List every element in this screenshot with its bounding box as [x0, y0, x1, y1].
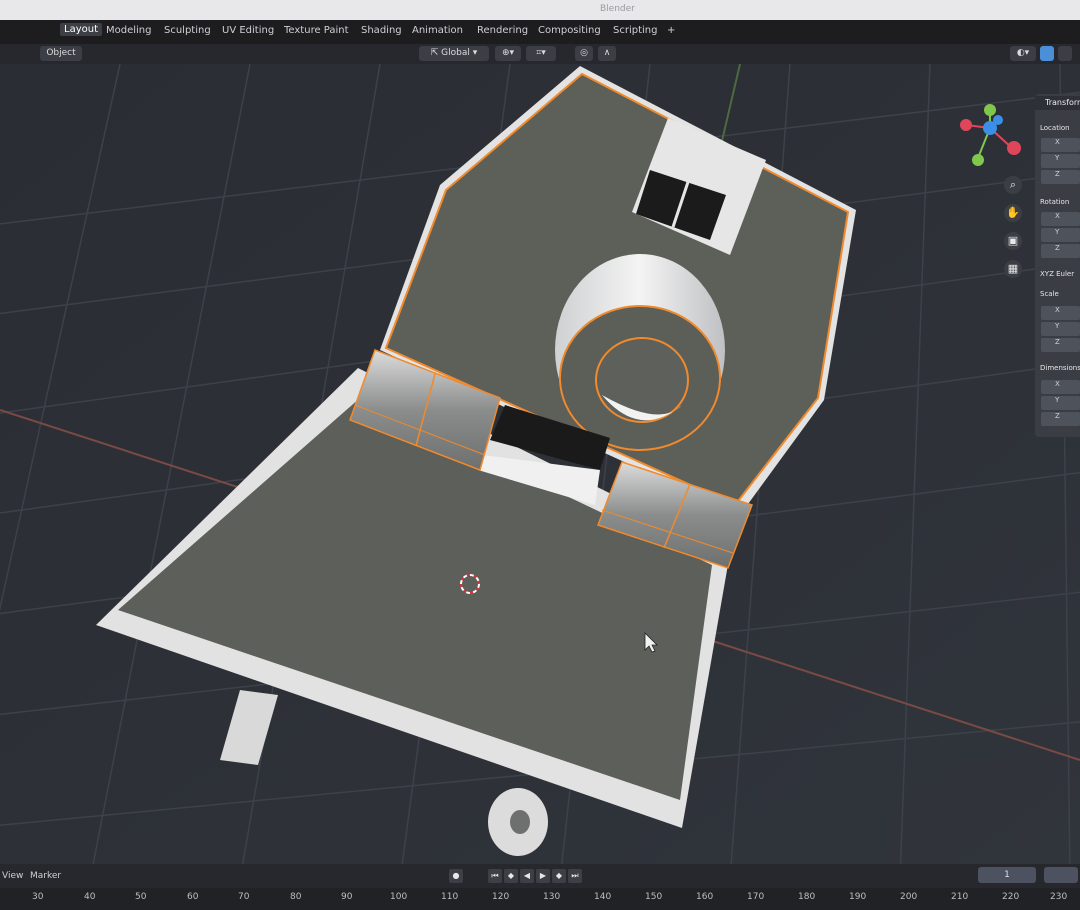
frame-label: 110 — [441, 892, 459, 902]
tab-shading[interactable]: Shading — [361, 25, 402, 36]
orientation-icon: ⇱ — [430, 48, 442, 58]
dimensions-x-field[interactable]: X — [1041, 380, 1080, 394]
axis-x-label: X — [1055, 306, 1060, 314]
tab-animation[interactable]: Animation — [412, 25, 463, 36]
falloff-button[interactable]: ∧ — [598, 46, 616, 61]
axis-z-label: Z — [1055, 170, 1060, 178]
axis-y-label: Y — [1055, 228, 1060, 236]
frame-label: 150 — [645, 892, 663, 902]
scale-x-field[interactable]: X — [1041, 306, 1080, 320]
workspace-tabs-bar: Layout Modeling Sculpting UV Editing Tex… — [0, 20, 1080, 44]
auto-keying-button[interactable]: ● — [449, 869, 463, 883]
add-workspace-button[interactable]: + — [667, 25, 675, 36]
transform-panel-header[interactable]: Transform — [1035, 96, 1080, 110]
frame-label: 70 — [238, 892, 250, 902]
tab-texture-paint[interactable]: Texture Paint — [284, 25, 349, 36]
axis-y-label: Y — [1055, 322, 1060, 330]
next-keyframe-button[interactable]: ◆ — [552, 869, 566, 883]
axis-y-label: Y — [1055, 396, 1060, 404]
frame-label: 50 — [135, 892, 147, 902]
axis-y-label: Y — [1055, 154, 1060, 162]
window-title: Blender — [600, 4, 635, 14]
n-panel-sidebar[interactable]: Transform Location X Y Z Rotation X Y Z … — [1035, 94, 1080, 437]
location-x-field[interactable]: X — [1041, 138, 1080, 152]
prev-keyframe-button[interactable]: ◆ — [504, 869, 518, 883]
frame-label: 180 — [798, 892, 816, 902]
viewport-shading-button[interactable]: ◐▾ — [1010, 46, 1036, 61]
scale-z-field[interactable]: Z — [1041, 338, 1080, 352]
play-reverse-button[interactable]: ◀ — [520, 869, 534, 883]
timeline-editor[interactable]: View Marker ● ⏮ ◆ ◀ ▶ ◆ ⏭ 1 30 40 50 60 … — [0, 864, 1080, 910]
pivot-point-button[interactable]: ⊕▾ — [495, 46, 521, 61]
tab-scripting[interactable]: Scripting — [613, 25, 657, 36]
hand-pan-icon[interactable]: ✋ — [1004, 204, 1022, 222]
tab-uv-editing[interactable]: UV Editing — [222, 25, 274, 36]
jump-start-button[interactable]: ⏮ — [488, 869, 502, 883]
tab-modeling[interactable]: Modeling — [106, 25, 152, 36]
frame-label: 100 — [390, 892, 408, 902]
location-label: Location — [1040, 124, 1070, 132]
play-button[interactable]: ▶ — [536, 869, 550, 883]
dimensions-z-field[interactable]: Z — [1041, 412, 1080, 426]
cylinder-hole — [595, 337, 689, 423]
tab-rendering[interactable]: Rendering — [477, 25, 528, 36]
axis-x-label: X — [1055, 138, 1060, 146]
start-frame-field[interactable]: 1 — [978, 867, 1036, 883]
timeline-view-menu[interactable]: View — [2, 871, 23, 881]
material-shading-button[interactable] — [1058, 46, 1072, 61]
solid-shading-button[interactable] — [1040, 46, 1054, 61]
timeline-marker-menu[interactable]: Marker — [30, 871, 61, 881]
frame-label: 130 — [543, 892, 561, 902]
frame-label: 220 — [1002, 892, 1020, 902]
rotation-z-field[interactable]: Z — [1041, 244, 1080, 258]
leg-right-hole — [510, 810, 530, 834]
ortho-grid-icon[interactable]: ▦ — [1004, 260, 1022, 278]
axis-x-label: X — [1055, 212, 1060, 220]
camera-view-icon[interactable]: ▣ — [1004, 232, 1022, 250]
proportional-editing-button[interactable]: ◎ — [575, 46, 593, 61]
frame-label: 60 — [187, 892, 199, 902]
zoom-icon[interactable]: ⌕ — [1004, 176, 1022, 194]
dimensions-label: Dimensions — [1040, 364, 1080, 372]
axis-z-label: Z — [1055, 338, 1060, 346]
location-z-field[interactable]: Z — [1041, 170, 1080, 184]
frame-label: 230 — [1050, 892, 1068, 902]
transform-orientation-dropdown[interactable]: ⇱ Global ▾ — [419, 46, 489, 61]
jump-end-button[interactable]: ⏭ — [568, 869, 582, 883]
3d-viewport[interactable] — [0, 64, 1080, 864]
frame-label: 30 — [32, 892, 44, 902]
tab-sculpting[interactable]: Sculpting — [164, 25, 211, 36]
rotation-x-field[interactable]: X — [1041, 212, 1080, 226]
frame-label: 190 — [849, 892, 867, 902]
frame-label: 140 — [594, 892, 612, 902]
frame-label: 210 — [951, 892, 969, 902]
frame-label: 120 — [492, 892, 510, 902]
rotation-mode-dropdown[interactable]: XYZ Euler — [1040, 270, 1074, 278]
viewport-canvas[interactable] — [0, 64, 1080, 864]
tab-layout[interactable]: Layout — [60, 23, 102, 36]
window-title-strip: Blender — [0, 0, 1080, 20]
axis-z-label: Z — [1055, 412, 1060, 420]
frame-label: 160 — [696, 892, 714, 902]
frame-label: 200 — [900, 892, 918, 902]
scale-y-field[interactable]: Y — [1041, 322, 1080, 336]
timeline-header: View Marker ● ⏮ ◆ ◀ ▶ ◆ ⏭ 1 — [0, 864, 1080, 888]
frame-label: 90 — [341, 892, 353, 902]
tab-compositing[interactable]: Compositing — [538, 25, 601, 36]
rotation-y-field[interactable]: Y — [1041, 228, 1080, 242]
end-frame-field[interactable] — [1044, 867, 1078, 883]
transform-orientation-value: Global — [441, 48, 470, 58]
frame-label: 40 — [84, 892, 96, 902]
frame-label: 170 — [747, 892, 765, 902]
dimensions-y-field[interactable]: Y — [1041, 396, 1080, 410]
object-mode-dropdown[interactable]: Object — [40, 46, 82, 61]
rotation-label: Rotation — [1040, 198, 1070, 206]
frame-label: 80 — [290, 892, 302, 902]
snapping-button[interactable]: ⌗▾ — [526, 46, 556, 61]
location-y-field[interactable]: Y — [1041, 154, 1080, 168]
axis-x-label: X — [1055, 380, 1060, 388]
axis-z-label: Z — [1055, 244, 1060, 252]
scale-label: Scale — [1040, 290, 1059, 298]
viewport-header: Object ⇱ Global ▾ ⊕▾ ⌗▾ ◎ ∧ ◐▾ — [0, 44, 1080, 64]
